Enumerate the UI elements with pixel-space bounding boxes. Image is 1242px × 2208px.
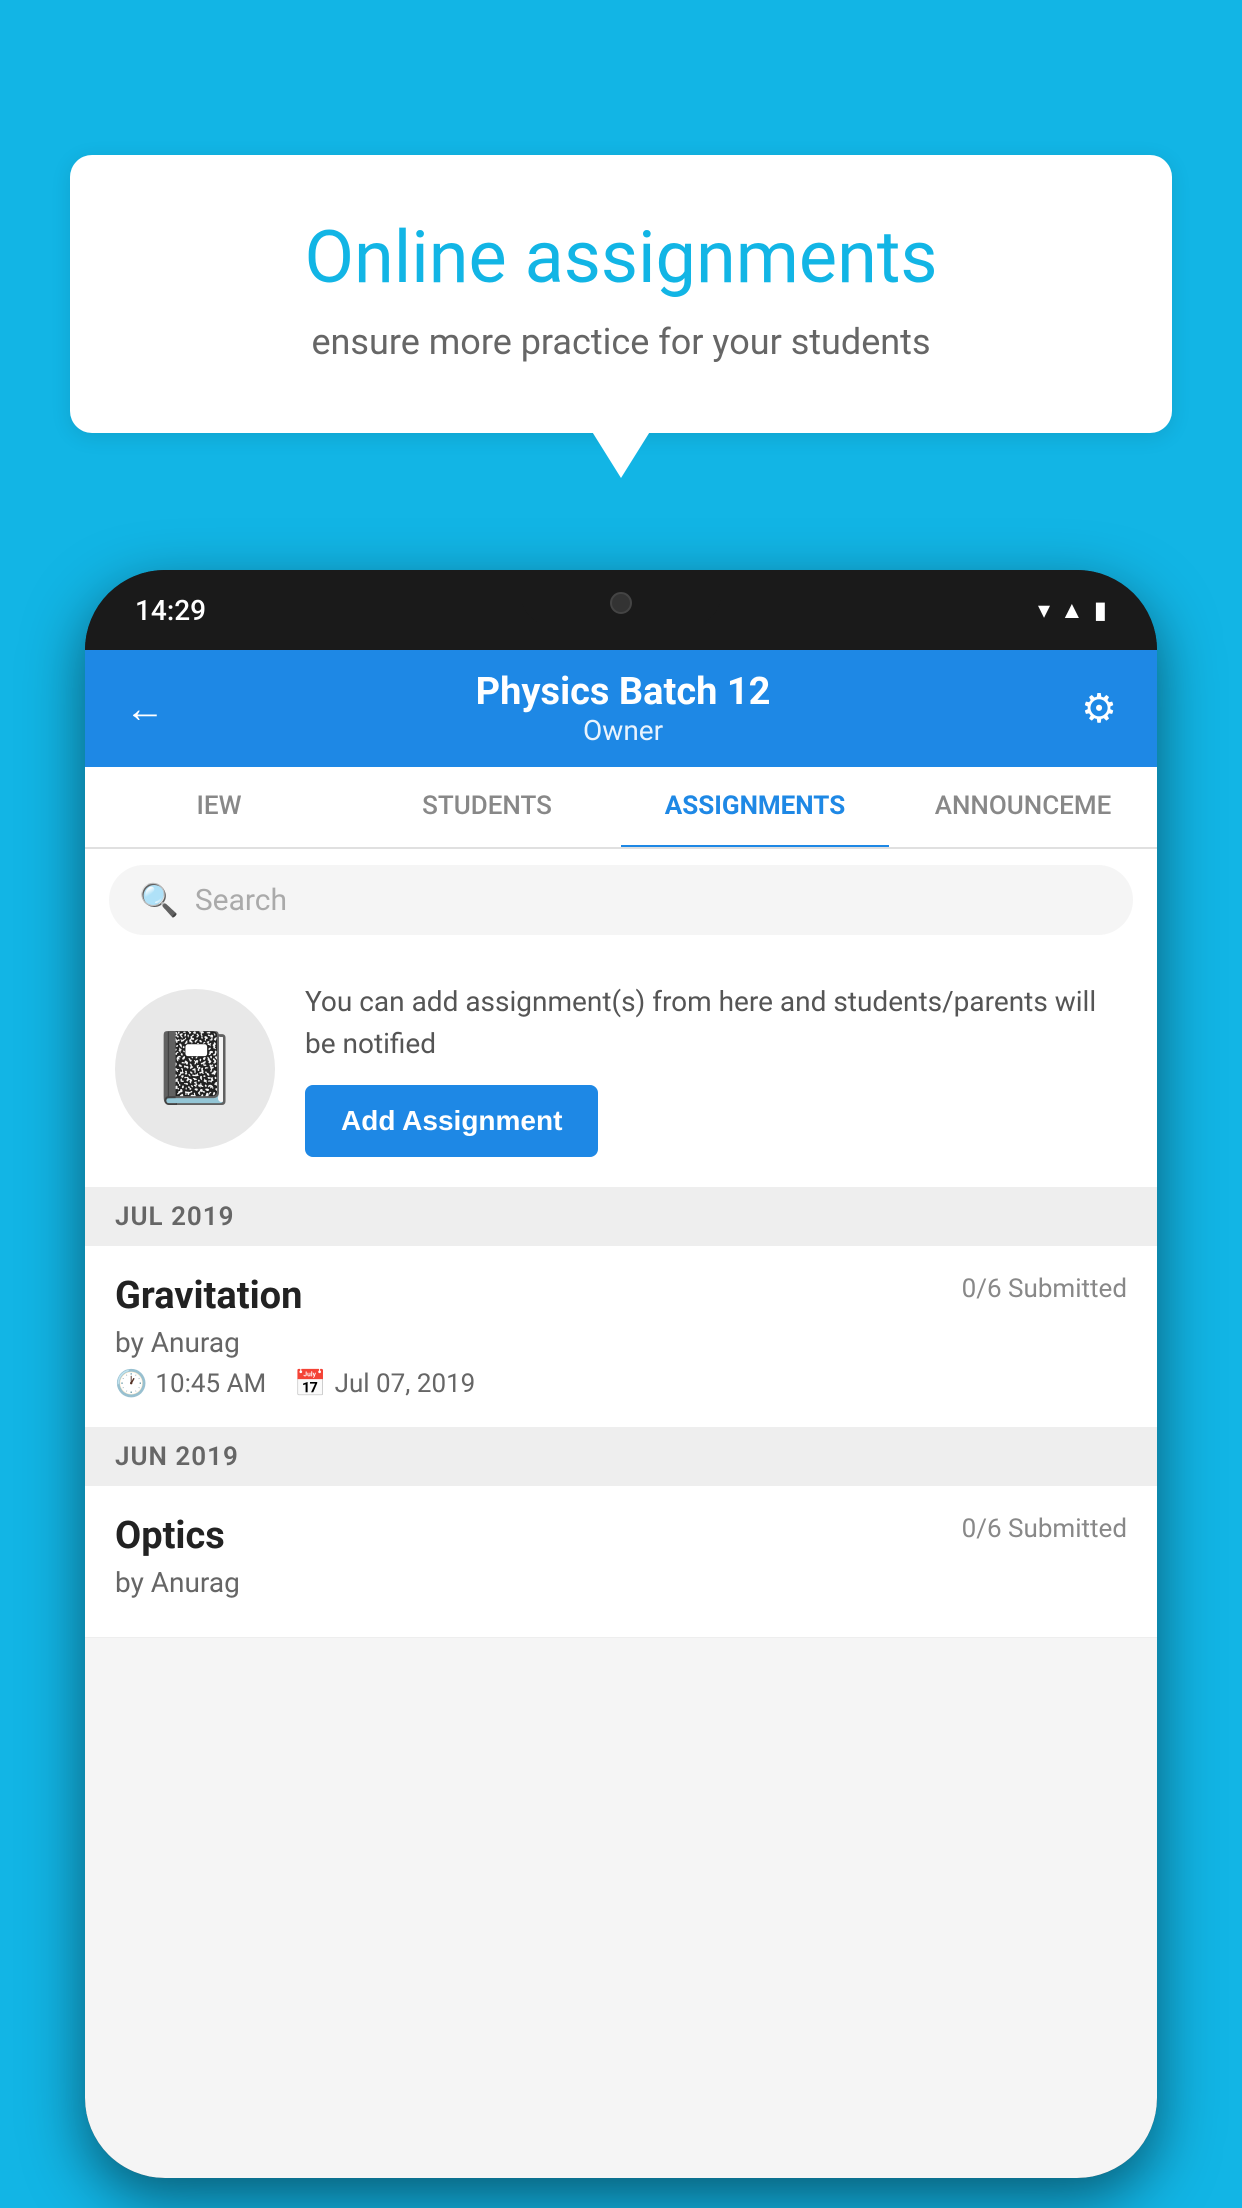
assignment-row-top-optics: Optics 0/6 Submitted — [115, 1514, 1127, 1558]
month-header-jul: JUL 2019 — [85, 1188, 1157, 1246]
wifi-icon: ▾ — [1038, 596, 1050, 624]
tab-iew[interactable]: IEW — [85, 767, 353, 847]
speech-bubble-subtitle: ensure more practice for your students — [150, 321, 1092, 363]
assignment-meta: 🕐 10:45 AM 📅 Jul 07, 2019 — [115, 1369, 1127, 1399]
speech-bubble-container: Online assignments ensure more practice … — [70, 155, 1172, 433]
tabs-bar: IEW STUDENTS ASSIGNMENTS ANNOUNCEME — [85, 767, 1157, 849]
user-role: Owner — [476, 714, 771, 747]
promo-text: You can add assignment(s) from here and … — [305, 981, 1127, 1065]
phone-frame: 14:29 ▾ ▲ ▮ ← Physics Batch 12 Owner ⚙ I… — [85, 570, 1157, 2178]
status-bar: 14:29 ▾ ▲ ▮ — [85, 570, 1157, 650]
promo-icon-circle: 📓 — [115, 989, 275, 1149]
submitted-badge-optics: 0/6 Submitted — [962, 1514, 1127, 1544]
clock-icon: 🕐 — [115, 1369, 147, 1399]
promo-card: 📓 You can add assignment(s) from here an… — [85, 951, 1157, 1188]
status-time: 14:29 — [135, 594, 206, 627]
tab-assignments[interactable]: ASSIGNMENTS — [621, 767, 889, 849]
front-camera — [610, 592, 632, 614]
month-header-jun: JUN 2019 — [85, 1428, 1157, 1486]
promo-content: You can add assignment(s) from here and … — [305, 981, 1127, 1157]
search-icon: 🔍 — [139, 881, 179, 919]
assignment-row-top: Gravitation 0/6 Submitted — [115, 1274, 1127, 1318]
calendar-icon: 📅 — [294, 1369, 326, 1399]
search-container: 🔍 Search — [85, 849, 1157, 951]
tab-students[interactable]: STUDENTS — [353, 767, 621, 847]
tab-announcements[interactable]: ANNOUNCEME — [889, 767, 1157, 847]
assignment-item-optics[interactable]: Optics 0/6 Submitted by Anurag — [85, 1486, 1157, 1638]
speech-bubble-title: Online assignments — [150, 215, 1092, 301]
battery-icon: ▮ — [1094, 596, 1107, 624]
assignment-author-optics: by Anurag — [115, 1566, 1127, 1599]
notebook-icon: 📓 — [151, 1028, 238, 1110]
header-title-block: Physics Batch 12 Owner — [476, 670, 771, 747]
add-assignment-button[interactable]: Add Assignment — [305, 1085, 598, 1157]
speech-bubble: Online assignments ensure more practice … — [70, 155, 1172, 433]
date-meta: 📅 Jul 07, 2019 — [294, 1369, 475, 1399]
search-bar[interactable]: 🔍 Search — [109, 865, 1133, 935]
signal-icon: ▲ — [1060, 596, 1084, 625]
back-button[interactable]: ← — [125, 685, 165, 732]
assignment-date: Jul 07, 2019 — [335, 1369, 476, 1399]
phone-notch — [521, 570, 721, 625]
assignment-name: Gravitation — [115, 1274, 302, 1318]
search-placeholder: Search — [195, 883, 287, 918]
app-header: ← Physics Batch 12 Owner ⚙ — [85, 650, 1157, 767]
assignment-item-gravitation[interactable]: Gravitation 0/6 Submitted by Anurag 🕐 10… — [85, 1246, 1157, 1428]
assignment-author: by Anurag — [115, 1326, 1127, 1359]
phone-screen: ← Physics Batch 12 Owner ⚙ IEW STUDENTS … — [85, 650, 1157, 2178]
submitted-badge: 0/6 Submitted — [962, 1274, 1127, 1304]
settings-icon[interactable]: ⚙ — [1081, 685, 1117, 732]
time-meta: 🕐 10:45 AM — [115, 1369, 266, 1399]
assignment-time: 10:45 AM — [155, 1369, 266, 1399]
assignment-name-optics: Optics — [115, 1514, 225, 1558]
status-icons: ▾ ▲ ▮ — [1038, 596, 1107, 625]
batch-name: Physics Batch 12 — [476, 670, 771, 714]
